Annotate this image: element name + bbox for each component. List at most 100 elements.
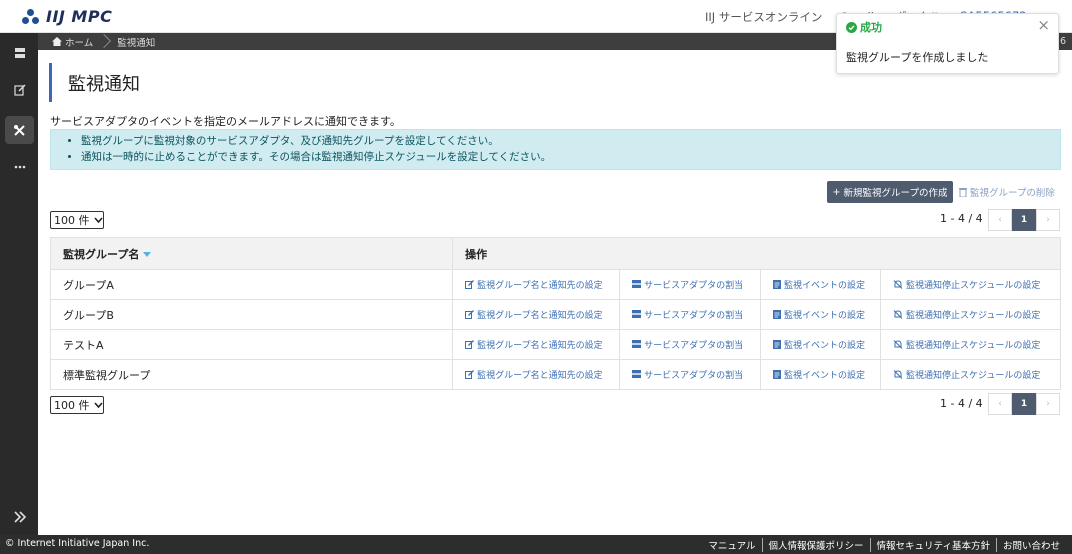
- op-event-link[interactable]: 監視イベントの設定: [773, 338, 865, 351]
- operation-cell: 監視イベントの設定: [760, 299, 881, 330]
- sidebar-item-edit[interactable]: [5, 76, 34, 104]
- document-icon: [773, 309, 782, 319]
- table-row: 標準監視グループ 監視グループ名と通知先の設定 サービスアダプタの割当 監視イベントの…: [49, 359, 1061, 390]
- edit-icon: [465, 309, 475, 319]
- op-name-notify-link[interactable]: 監視グループ名と通知先の設定: [465, 368, 603, 381]
- server-icon: [632, 340, 642, 349]
- per-page-select-top[interactable]: 100 件: [50, 211, 104, 229]
- operation-label: 監視通知停止スケジュールの設定: [906, 280, 1041, 291]
- footer-link-security[interactable]: 情報セキュリティ基本方針: [869, 538, 996, 552]
- delete-group-button[interactable]: 監視グループの削除: [959, 181, 1055, 203]
- op-name-notify-link[interactable]: 監視グループ名と通知先の設定: [465, 338, 603, 351]
- new-group-label: 新規監視グループの作成: [843, 188, 948, 199]
- page-1-button[interactable]: 1: [1012, 393, 1036, 415]
- next-page-button[interactable]: ›: [1036, 209, 1060, 231]
- operation-cell: 監視通知停止スケジュールの設定: [880, 269, 1061, 300]
- breadcrumb-right-text: 6: [1059, 36, 1066, 47]
- header-group-name[interactable]: 監視グループ名: [49, 237, 454, 270]
- edit-icon: [465, 339, 475, 349]
- next-page-button[interactable]: ›: [1036, 393, 1060, 415]
- op-schedule-link[interactable]: 監視通知停止スケジュールの設定: [893, 368, 1040, 381]
- operation-label: 監視通知停止スケジュールの設定: [906, 310, 1041, 321]
- operation-label: 監視グループ名と通知先の設定: [477, 340, 603, 351]
- sort-desc-icon: [143, 252, 152, 257]
- page-description: サービスアダプタのイベントを指定のメールアドレスに通知できます。: [50, 115, 401, 128]
- operation-label: サービスアダプタの割当: [644, 340, 744, 351]
- operation-cell: 監視イベントの設定: [760, 269, 881, 300]
- op-adapter-link[interactable]: サービスアダプタの割当: [632, 368, 743, 381]
- operation-label: 監視イベントの設定: [784, 280, 866, 291]
- op-event-link[interactable]: 監視イベントの設定: [773, 278, 865, 291]
- op-schedule-link[interactable]: 監視通知停止スケジュールの設定: [893, 278, 1040, 291]
- plus-icon: +: [832, 186, 841, 198]
- new-group-button[interactable]: + 新規監視グループの作成: [827, 181, 953, 203]
- trash-icon: [959, 188, 967, 197]
- operation-label: 監視イベントの設定: [784, 340, 866, 351]
- sidebar-expand-button[interactable]: [5, 503, 34, 531]
- op-schedule-link[interactable]: 監視通知停止スケジュールの設定: [893, 338, 1040, 351]
- operation-cell: サービスアダプタの割当: [619, 329, 762, 360]
- pager-bottom: ‹ 1 ›: [988, 393, 1061, 415]
- logo-icon: [22, 8, 40, 25]
- double-chevron-right-icon: [13, 511, 26, 523]
- prev-page-button[interactable]: ‹: [988, 393, 1012, 415]
- pagination-range-top: 1 - 4 / 4: [940, 212, 983, 225]
- operation-cell: 監視グループ名と通知先の設定: [452, 299, 621, 330]
- toast-title-text: 成功: [860, 21, 882, 34]
- document-icon: [773, 279, 782, 289]
- document-icon: [773, 339, 782, 349]
- page-1-button[interactable]: 1: [1012, 209, 1036, 231]
- operation-cell: 監視イベントの設定: [760, 329, 881, 360]
- monitor-group-table: 監視グループ名 操作 グループA 監視グループ名と通知先の設定 サービスアダプタの割…: [49, 237, 1061, 390]
- breadcrumb-home[interactable]: ホーム: [52, 35, 93, 49]
- server-icon: [632, 280, 642, 289]
- operation-cell: サービスアダプタの割当: [619, 359, 762, 390]
- sidebar-item-more[interactable]: [5, 153, 34, 181]
- op-schedule-link[interactable]: 監視通知停止スケジュールの設定: [893, 308, 1040, 321]
- server-icon: [14, 48, 25, 58]
- operation-cell: 監視通知停止スケジュールの設定: [880, 329, 1061, 360]
- sidebar: [0, 33, 38, 535]
- sidebar-item-dashboard[interactable]: [5, 39, 34, 67]
- app-logo[interactable]: IIJ MPC: [22, 7, 112, 26]
- breadcrumb-separator: [101, 33, 109, 50]
- operation-label: サービスアダプタの割当: [644, 280, 744, 291]
- breadcrumb-home-label: ホーム: [65, 37, 94, 49]
- footer-link-privacy[interactable]: 個人情報保護ポリシー: [761, 538, 870, 552]
- server-icon: [632, 310, 642, 319]
- sidebar-item-tools[interactable]: [5, 116, 34, 144]
- op-adapter-link[interactable]: サービスアダプタの割当: [632, 338, 743, 351]
- bell-slash-icon: [893, 369, 903, 379]
- edit-icon: [465, 279, 475, 289]
- table-row: グループB 監視グループ名と通知先の設定 サービスアダプタの割当 監視イベントの設定 監…: [49, 299, 1061, 330]
- op-adapter-link[interactable]: サービスアダプタの割当: [632, 308, 743, 321]
- operation-cell: 監視イベントの設定: [760, 359, 881, 390]
- operation-cell: 監視グループ名と通知先の設定: [452, 329, 621, 360]
- more-icon: [14, 165, 25, 169]
- edit-icon: [465, 369, 475, 379]
- nav-service-online[interactable]: IIJ サービスオンライン: [705, 9, 822, 25]
- operation-label: サービスアダプタの割当: [644, 370, 744, 381]
- op-event-link[interactable]: 監視イベントの設定: [773, 308, 865, 321]
- group-name-cell: テストA: [49, 329, 454, 360]
- footer-link-contact[interactable]: お問い合わせ: [995, 538, 1066, 552]
- group-name-cell: グループA: [49, 269, 454, 300]
- table-row: グループA 監視グループ名と通知先の設定 サービスアダプタの割当 監視イベントの設定 監…: [49, 269, 1061, 300]
- info-item: 監視グループに監視対象のサービスアダプタ、及び通知先グループを設定してください。: [81, 133, 1060, 149]
- op-name-notify-link[interactable]: 監視グループ名と通知先の設定: [465, 308, 603, 321]
- header-operations: 操作: [452, 237, 1061, 270]
- op-name-notify-link[interactable]: 監視グループ名と通知先の設定: [465, 278, 603, 291]
- footer-link-manual[interactable]: マニュアル: [702, 538, 761, 552]
- per-page-value: 100 件: [54, 214, 90, 227]
- op-event-link[interactable]: 監視イベントの設定: [773, 368, 865, 381]
- per-page-select-bottom[interactable]: 100 件: [50, 396, 104, 414]
- operation-cell: サービスアダプタの割当: [619, 269, 762, 300]
- op-adapter-link[interactable]: サービスアダプタの割当: [632, 278, 743, 291]
- footer-copyright: © Internet Initiative Japan Inc.: [5, 538, 150, 549]
- operation-label: 監視通知停止スケジュールの設定: [906, 370, 1041, 381]
- prev-page-button[interactable]: ‹: [988, 209, 1012, 231]
- operation-label: 監視イベントの設定: [784, 370, 866, 381]
- footer: © Internet Initiative Japan Inc. マニュアル 個…: [0, 535, 1072, 554]
- document-icon: [773, 369, 782, 379]
- toast-close-button[interactable]: ×: [1037, 16, 1050, 34]
